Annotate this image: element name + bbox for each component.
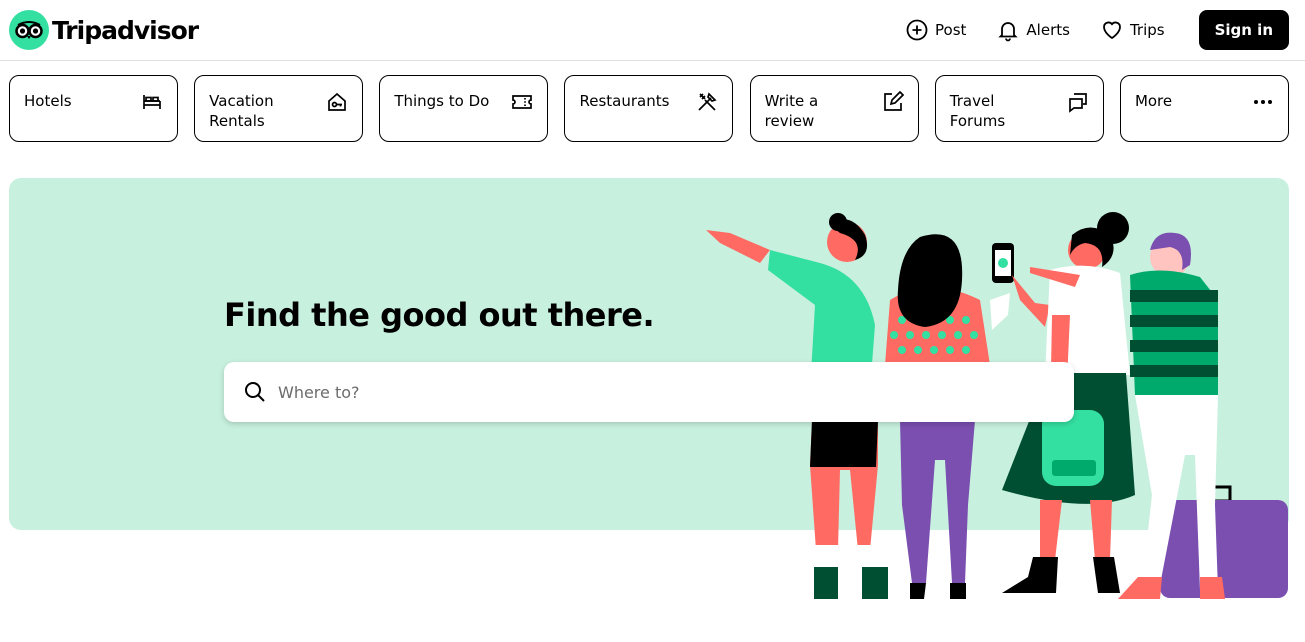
tile-things-to-do[interactable]: Things to Do (379, 75, 549, 142)
hero-headline: Find the good out there. (224, 296, 655, 334)
post-link[interactable]: Post (905, 18, 966, 42)
owl-logo-icon (9, 10, 49, 50)
tile-label: Things to Do (394, 92, 490, 110)
tripadvisor-logo[interactable]: Tripadvisor (9, 10, 199, 50)
post-label: Post (935, 21, 967, 39)
bed-icon (143, 95, 161, 109)
tile-label: Write a review (764, 92, 819, 130)
sign-in-button[interactable]: Sign in (1198, 10, 1289, 50)
ellipsis-icon (1253, 100, 1272, 104)
pencil-square-icon (883, 91, 904, 111)
tile-label: Hotels (24, 92, 72, 110)
header-nav: Post Alerts Trips Sign in (905, 10, 1289, 50)
house-key-icon (328, 92, 347, 111)
tile-write-review[interactable]: Write a review (749, 75, 919, 142)
utensils-icon (698, 92, 718, 111)
search-icon (245, 382, 265, 402)
alerts-label: Alerts (1026, 21, 1070, 39)
brand-name: Tripadvisor (52, 15, 199, 45)
tile-vacation-rentals[interactable]: Vacation Rentals (194, 75, 364, 142)
category-tiles: Hotels Vacation Rentals Things to Do Res… (9, 75, 1289, 142)
plus-circle-icon (906, 19, 928, 41)
bell-icon (998, 22, 1019, 42)
search-bar[interactable] (224, 362, 1074, 422)
heart-icon (1103, 21, 1121, 40)
tile-label: More (1134, 92, 1173, 110)
tile-hotels[interactable]: Hotels (9, 75, 178, 142)
top-header: Tripadvisor Post Alerts Trips Sign in (0, 0, 1305, 61)
chat-bubbles-icon (1068, 93, 1087, 113)
alerts-link[interactable]: Alerts (996, 18, 1070, 42)
trips-label: Trips (1129, 21, 1165, 39)
tile-label: Travel Forums (949, 92, 1006, 130)
ticket-icon (512, 95, 533, 109)
tile-more[interactable]: More (1119, 75, 1289, 142)
tile-label: Vacation Rentals (209, 92, 274, 130)
tile-travel-forums[interactable]: Travel Forums (934, 75, 1104, 142)
tile-restaurants[interactable]: Restaurants (564, 75, 734, 142)
trips-link[interactable]: Trips (1100, 18, 1165, 42)
search-input[interactable] (278, 372, 1038, 412)
tile-label: Restaurants (579, 92, 670, 110)
